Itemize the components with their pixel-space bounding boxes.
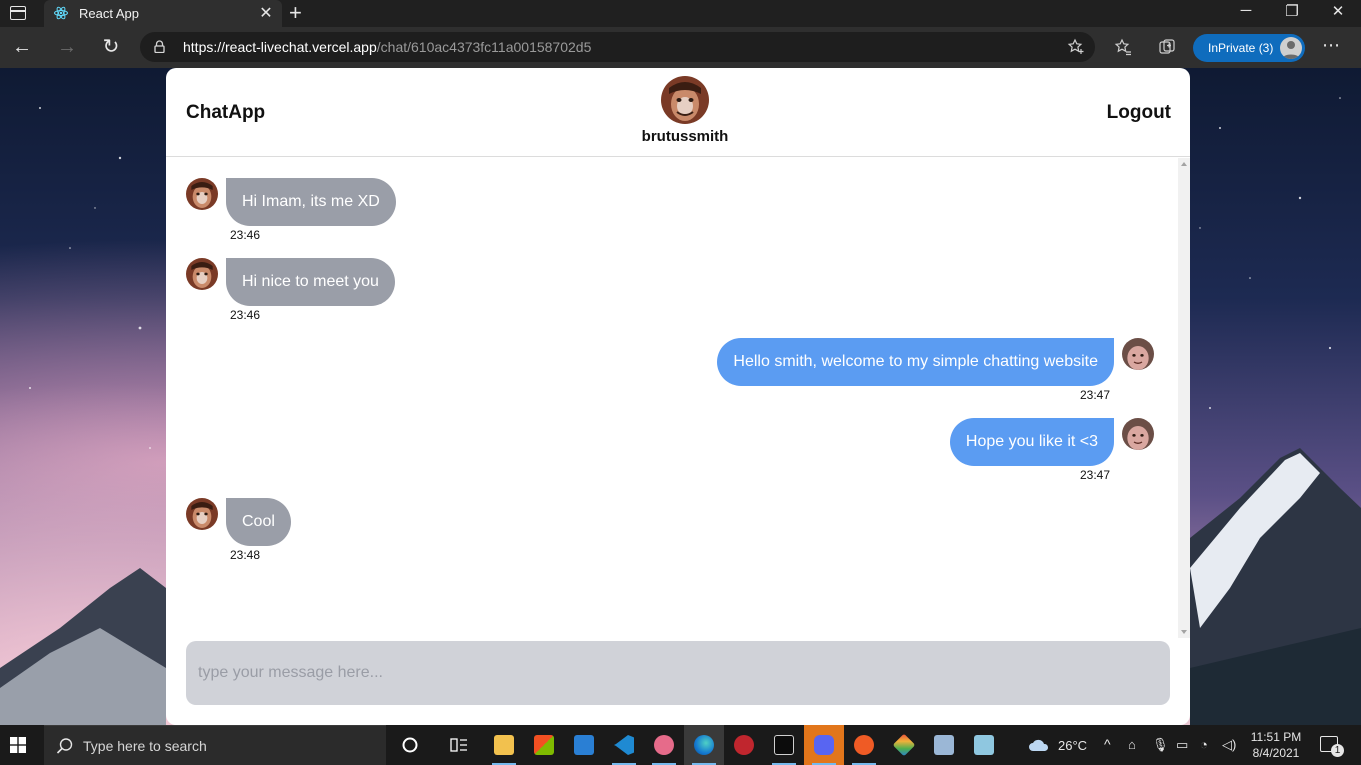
clock-date: 8/4/2021 [1252, 746, 1300, 760]
new-tab-icon[interactable]: + [289, 0, 302, 26]
more-options-icon[interactable]: ⋯ [1322, 35, 1341, 56]
cortana-icon[interactable] [390, 725, 430, 765]
message-list: Hi Imam, its me XD 23:46 Hi nice to meet… [166, 158, 1178, 638]
volume-icon[interactable]: ◁) [1222, 737, 1236, 753]
message-time: 23:47 [1079, 468, 1110, 482]
close-window-icon[interactable]: ✕ [1328, 2, 1348, 20]
forward-icon[interactable]: → [55, 36, 79, 58]
clock-time: 11:51 PM [1250, 730, 1302, 744]
microphone-icon[interactable]: 🎙 [1152, 737, 1169, 753]
mail-icon[interactable] [564, 725, 604, 765]
postman-icon[interactable] [844, 725, 884, 765]
restore-icon[interactable]: ❐ [1282, 2, 1302, 20]
weather-temperature[interactable]: 26°C [1058, 738, 1087, 753]
browser-toolbar: ← → ↻ https://react-livechat.vercel.app/… [0, 27, 1361, 68]
url-text: https://react-livechat.vercel.app/chat/6… [183, 39, 591, 55]
lock-icon[interactable] [154, 40, 165, 53]
message-time: 23:46 [230, 228, 261, 242]
app-icon-red[interactable] [724, 725, 764, 765]
user-avatar [661, 76, 709, 124]
battery-icon[interactable]: ▭ [1176, 737, 1188, 753]
weather-cloud-icon[interactable] [1028, 738, 1050, 752]
add-favorite-icon[interactable] [1067, 38, 1085, 56]
inprivate-label: InPrivate (3) [1208, 41, 1274, 55]
browser-tab-bar: React App ✕ + ─ ❐ ✕ [0, 0, 1361, 27]
network-device-icon[interactable]: ⌂ [1128, 737, 1136, 752]
message-bubble: Hello smith, welcome to my simple chatti… [717, 338, 1114, 386]
url-host: https://react-livechat.vercel.app [183, 39, 377, 55]
chat-header: ChatApp brutussmith Logout [166, 68, 1190, 157]
collections-icon[interactable] [1158, 38, 1176, 56]
sender-avatar [186, 178, 218, 210]
message-bubble: Hi Imam, its me XD [226, 178, 396, 226]
message-time: 23:47 [1079, 388, 1110, 402]
chat-card: ChatApp brutussmith Logout Hi Imam, its … [166, 68, 1190, 725]
scroll-down-arrow-icon[interactable] [1181, 630, 1187, 634]
app-icon-notepad[interactable] [964, 725, 1004, 765]
search-icon [56, 738, 73, 754]
chat-partner-name: brutussmith [641, 128, 729, 145]
discord-icon[interactable] [804, 725, 844, 765]
taskbar: Type here to search 26°C ^ ⌂ 🎙 ▭ ◔ ◁) 11… [0, 725, 1361, 765]
my-avatar [1122, 338, 1154, 370]
minimize-icon[interactable]: ─ [1236, 2, 1256, 19]
vscode-icon[interactable] [604, 725, 644, 765]
sender-avatar [186, 498, 218, 530]
git-icon[interactable] [884, 725, 924, 765]
logout-button[interactable]: Logout [1107, 102, 1171, 124]
inprivate-button[interactable]: InPrivate (3) [1193, 34, 1305, 62]
notification-count: 1 [1331, 744, 1344, 757]
show-hidden-icons-icon[interactable]: ^ [1104, 736, 1111, 752]
edge-browser-icon[interactable] [684, 725, 724, 765]
message-input[interactable] [186, 641, 1170, 705]
terminal-icon[interactable] [764, 725, 804, 765]
tab-actions-icon[interactable] [10, 6, 26, 20]
tab-title: React App [79, 6, 139, 21]
notification-center-icon[interactable]: 1 [1320, 736, 1344, 757]
profile-avatar [1280, 37, 1302, 59]
task-view-icon[interactable] [438, 725, 478, 765]
sender-avatar [186, 258, 218, 290]
taskbar-search[interactable]: Type here to search [44, 725, 386, 765]
my-avatar [1122, 418, 1154, 450]
address-bar[interactable]: https://react-livechat.vercel.app/chat/6… [140, 32, 1095, 62]
wifi-icon[interactable]: ◔ [1200, 737, 1208, 752]
react-icon [54, 6, 68, 20]
tab-close-icon[interactable]: ✕ [258, 3, 274, 23]
refresh-icon[interactable]: ↻ [99, 36, 123, 58]
message-bubble: Hope you like it <3 [949, 418, 1114, 466]
browser-tab[interactable]: React App ✕ [44, 0, 282, 27]
message-bubble: Cool [226, 498, 291, 546]
message-bubble: Hi nice to meet you [226, 258, 395, 306]
file-explorer-icon[interactable] [484, 725, 524, 765]
search-placeholder: Type here to search [83, 738, 207, 754]
system-clock[interactable]: 11:51 PM 8/4/2021 [1240, 729, 1312, 761]
favorites-icon[interactable] [1114, 38, 1132, 56]
app-icon-bird[interactable] [644, 725, 684, 765]
message-time: 23:48 [230, 548, 261, 562]
message-time: 23:46 [230, 308, 261, 322]
app-brand[interactable]: ChatApp [186, 102, 265, 124]
app-icon-monitor[interactable] [924, 725, 964, 765]
message-scrollbar[interactable] [1178, 158, 1190, 638]
microsoft-store-icon[interactable] [524, 725, 564, 765]
url-path: /chat/610ac4373fc11a00158702d5 [376, 39, 592, 55]
scroll-up-arrow-icon[interactable] [1181, 162, 1187, 166]
windows-start-icon[interactable] [10, 737, 26, 753]
back-icon[interactable]: ← [10, 36, 34, 58]
